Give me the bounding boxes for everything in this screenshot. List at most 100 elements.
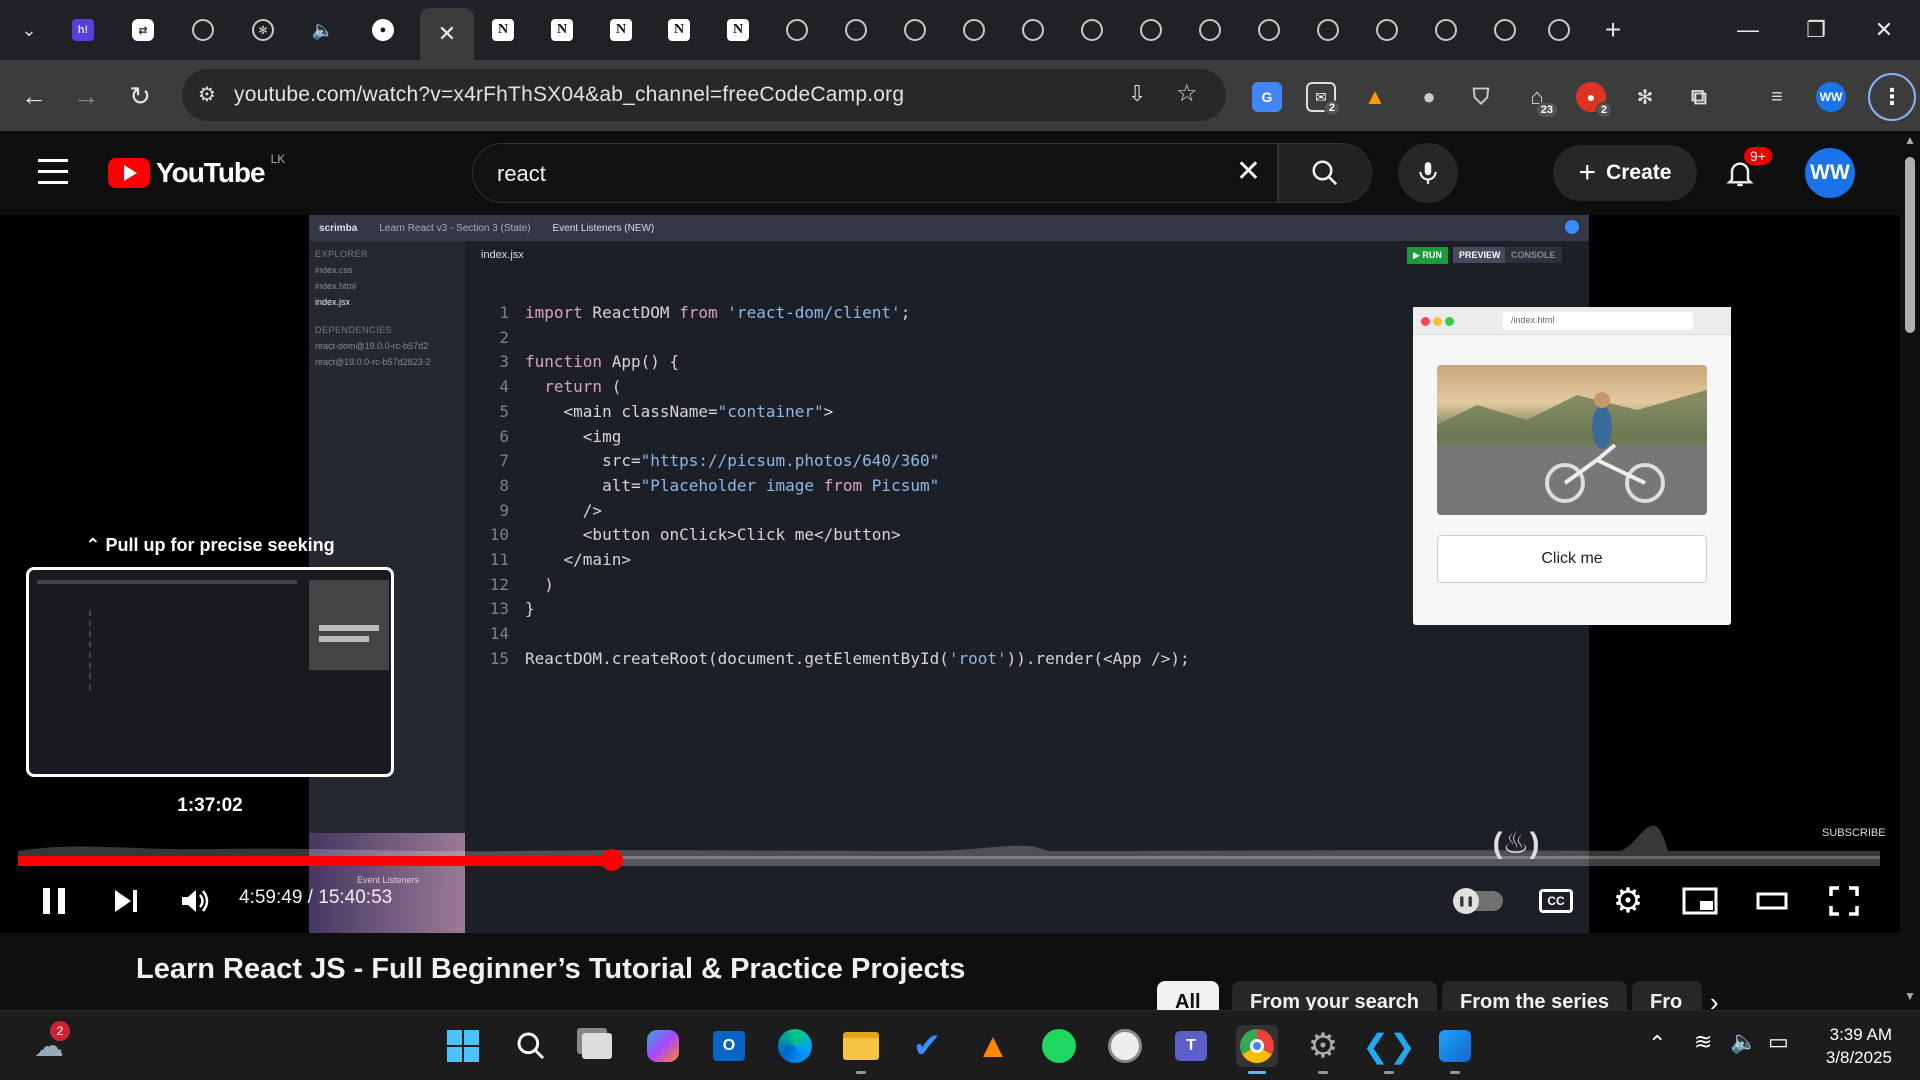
minimize-button[interactable]: — <box>1720 12 1776 48</box>
home-extension[interactable]: ⌂ 23 <box>1522 82 1558 118</box>
page-scrollbar[interactable]: ▲ ▼ <box>1900 131 1920 1010</box>
wifi-icon[interactable]: ≋ <box>1694 1029 1712 1055</box>
theater-mode-button[interactable] <box>1750 877 1794 925</box>
tab-spinner-9[interactable] <box>1242 10 1296 50</box>
search-button[interactable] <box>1278 143 1372 203</box>
taskbar-clock-app[interactable] <box>1104 1025 1146 1067</box>
scroll-up-icon[interactable]: ▲ <box>1904 133 1916 147</box>
taskbar-chrome[interactable] <box>1236 1025 1278 1074</box>
close-window-button[interactable]: ✕ <box>1856 12 1912 48</box>
menu-button[interactable] <box>38 159 68 184</box>
restore-button[interactable]: ❐ <box>1788 12 1844 48</box>
task-view[interactable] <box>576 1025 618 1067</box>
volume-button[interactable] <box>174 877 218 925</box>
tab-active-youtube[interactable]: ✕ <box>420 8 474 60</box>
taskbar-settings[interactable]: ⚙ <box>1302 1025 1344 1074</box>
tab-audio[interactable]: 🔈 <box>296 10 350 50</box>
install-app-icon[interactable]: ⇩ <box>1128 81 1146 107</box>
code-line: 7 src="https://picsum.photos/640/360" <box>465 451 939 475</box>
start-button[interactable] <box>442 1025 484 1067</box>
tab-chatgpt[interactable]: ✻ <box>236 10 290 50</box>
account-avatar[interactable]: WW <box>1805 148 1855 198</box>
back-button[interactable]: ← <box>14 76 54 116</box>
tab-notion-3[interactable]: N <box>594 10 648 50</box>
taskbar-teams[interactable]: T <box>1170 1025 1212 1067</box>
vlc-extension[interactable]: ▲ <box>1360 82 1390 112</box>
url-text[interactable]: youtube.com/watch?v=x4rFhThSX04&ab_chann… <box>234 83 904 107</box>
tab-spinner-8[interactable] <box>1183 10 1237 50</box>
tab-spinner-10[interactable] <box>1301 10 1355 50</box>
scroll-down-icon[interactable]: ▼ <box>1904 989 1916 1003</box>
tab-github[interactable]: ● <box>356 10 410 50</box>
tab-spinner-4[interactable] <box>947 10 1001 50</box>
fullscreen-button[interactable] <box>1822 877 1866 925</box>
tab-spinner-1[interactable] <box>770 10 824 50</box>
system-clock[interactable]: 3:39 AM 3/8/2025 <box>1826 1023 1892 1069</box>
weather-widget[interactable]: ☁ 2 <box>28 1021 70 1067</box>
notifications-button[interactable]: 9+ <box>1722 147 1772 193</box>
tab-notion-2[interactable]: N <box>535 10 589 50</box>
youtube-logo[interactable]: YouTube LK <box>108 152 285 189</box>
speaker-icon[interactable]: 🔈 <box>1730 1029 1757 1055</box>
taskbar-outlook[interactable]: O <box>708 1025 750 1067</box>
reload-button[interactable]: ↻ <box>120 76 160 116</box>
tab-spinner-11[interactable] <box>1360 10 1414 50</box>
red-extension[interactable]: ● 2 <box>1576 82 1612 118</box>
search-input[interactable]: react ✕ <box>472 143 1278 203</box>
extensions-button[interactable]: ⧉ <box>1684 82 1714 112</box>
tab-hashnode[interactable]: h! <box>56 10 110 50</box>
taskbar-search[interactable] <box>510 1025 552 1067</box>
tab-spinner-3[interactable] <box>888 10 942 50</box>
scrubber-handle[interactable] <box>601 849 623 871</box>
taskbar-todo[interactable]: ✔ <box>906 1025 948 1067</box>
paint-extension[interactable]: ● <box>1414 82 1444 112</box>
tab-spinner-7[interactable] <box>1124 10 1178 50</box>
taskbar-explorer[interactable] <box>840 1025 882 1074</box>
address-bar[interactable]: ⚙ youtube.com/watch?v=x4rFhThSX04&ab_cha… <box>182 69 1226 121</box>
bookmark-star-icon[interactable]: ☆ <box>1176 79 1198 108</box>
tab-spinner-14[interactable] <box>1532 10 1586 50</box>
create-button[interactable]: + Create <box>1553 145 1697 201</box>
clear-search-icon[interactable]: ✕ <box>1236 154 1261 189</box>
scrollbar-thumb[interactable] <box>1905 157 1915 333</box>
captions-button[interactable]: CC <box>1534 877 1578 925</box>
tab-spinner-2[interactable] <box>829 10 883 50</box>
taskbar-photos[interactable] <box>1434 1025 1476 1074</box>
site-info-icon[interactable]: ⚙ <box>198 82 216 107</box>
tab-spinner-13[interactable] <box>1478 10 1532 50</box>
file-item-active: index.jsx <box>315 297 351 307</box>
new-tab-button[interactable]: + <box>1586 10 1640 50</box>
taskbar-spotify[interactable] <box>1038 1025 1080 1067</box>
tab-spinner-5[interactable] <box>1006 10 1060 50</box>
tab-spinner-12[interactable] <box>1419 10 1473 50</box>
tab-spinner-6[interactable] <box>1065 10 1119 50</box>
forward-button[interactable]: → <box>66 76 106 116</box>
chatgpt-extension[interactable]: ✻ <box>1630 82 1660 112</box>
settings-button[interactable]: ⚙ <box>1606 877 1650 925</box>
tab-notion-4[interactable]: N <box>652 10 706 50</box>
browser-menu-button[interactable]: ⋮ <box>1868 73 1916 121</box>
voice-search-button[interactable] <box>1398 143 1458 203</box>
tray-expand-icon[interactable]: ⌃ <box>1648 1031 1666 1057</box>
taskbar-vlc[interactable]: ▲ <box>972 1025 1014 1067</box>
tab-search-button[interactable]: ⌄ <box>2 10 56 50</box>
miniplayer-button[interactable] <box>1678 877 1722 925</box>
tab-generic-1[interactable]: ⇄ <box>116 10 170 50</box>
taskbar-copilot[interactable] <box>642 1025 684 1067</box>
tab-notion-1[interactable]: N <box>476 10 530 50</box>
taskbar-edge[interactable] <box>774 1025 816 1067</box>
shield-extension[interactable]: ⛉ <box>1466 82 1496 112</box>
taskbar-vscode[interactable]: ❮❯ <box>1362 1025 1416 1074</box>
pause-button[interactable] <box>32 877 76 925</box>
autoplay-toggle[interactable]: ❚❚ <box>1452 877 1506 925</box>
tab-generic-2[interactable] <box>176 10 230 50</box>
close-tab-icon[interactable]: ✕ <box>438 21 456 47</box>
google-translate-extension[interactable]: G <box>1252 82 1282 112</box>
video-player[interactable]: scrimba Learn React v3 - Section 3 (Stat… <box>0 215 1900 933</box>
profile-button[interactable]: WW <box>1816 82 1846 112</box>
tab-notion-5[interactable]: N <box>711 10 765 50</box>
next-button[interactable] <box>104 877 148 925</box>
battery-icon[interactable]: ▭ <box>1768 1029 1789 1055</box>
mail-extension[interactable]: ✉ 2 <box>1306 82 1340 116</box>
reading-list-button[interactable]: ≡ <box>1762 82 1792 112</box>
